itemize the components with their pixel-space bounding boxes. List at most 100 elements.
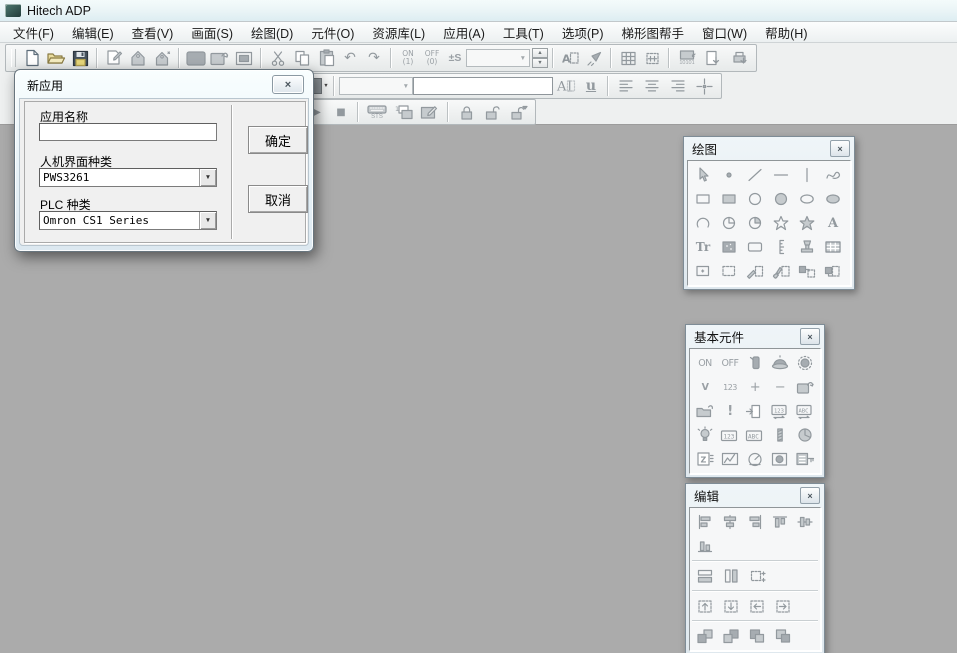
tool-link-frame-2[interactable] (820, 259, 846, 283)
menu-application[interactable]: 应用(A) (434, 21, 494, 44)
download-data-button[interactable]: 10101 (674, 46, 700, 70)
align-text-center-button[interactable] (639, 74, 665, 98)
palette-edit-close-button[interactable]: × (800, 487, 820, 504)
menu-tools[interactable]: 工具(T) (494, 21, 553, 44)
chevron-down-icon[interactable]: ▼ (199, 169, 216, 186)
send-to-back-button[interactable] (718, 624, 744, 648)
lock-button[interactable] (453, 100, 479, 124)
menu-screen[interactable]: 画面(S) (182, 21, 242, 44)
nudge-left-button[interactable] (744, 594, 770, 618)
app-properties-button[interactable] (102, 46, 126, 70)
tool-ellipse-filled[interactable] (820, 187, 846, 211)
dialog-close-button[interactable]: × (272, 75, 304, 94)
element-round-indicator[interactable] (767, 447, 793, 471)
palette-basic-close-button[interactable]: × (800, 328, 820, 345)
screen-view-button[interactable] (232, 46, 256, 70)
palette-basic-titlebar[interactable]: 基本元件 × (689, 325, 821, 348)
place-element-button[interactable] (582, 46, 606, 70)
text-element-button[interactable]: A (558, 46, 582, 70)
cancel-button[interactable]: 取消 (248, 185, 308, 213)
element-date-display[interactable]: Z (692, 447, 718, 471)
menu-ladder-helper[interactable]: 梯形图帮手 (613, 21, 694, 44)
state-spinner[interactable]: ▲ ▼ (532, 48, 548, 68)
element-indicator-lamp[interactable] (767, 351, 793, 375)
tag-new-button[interactable] (150, 46, 174, 70)
text-content-input[interactable] (413, 77, 553, 95)
align-right-button[interactable] (742, 510, 767, 534)
tool-vline[interactable] (794, 163, 820, 187)
menu-edit[interactable]: 编辑(E) (63, 21, 123, 44)
element-numeric[interactable]: 123 (717, 375, 743, 399)
unlock-button[interactable] (479, 100, 505, 124)
set-value-button[interactable]: ±S (444, 46, 466, 70)
align-text-right-button[interactable] (665, 74, 691, 98)
element-off-button[interactable]: OFF (717, 351, 743, 375)
text-style-button[interactable]: A (553, 74, 579, 98)
palette-draw-titlebar[interactable]: 绘图 × (687, 137, 851, 160)
font-combo[interactable]: ▼ (339, 77, 413, 95)
tool-dashed-frame[interactable] (716, 259, 742, 283)
edit-screen-button[interactable] (417, 100, 443, 124)
tag-edit-button[interactable] (126, 46, 150, 70)
open-file-button[interactable] (44, 46, 68, 70)
on-state-button[interactable]: ON(1) (396, 46, 420, 70)
tool-table[interactable] (820, 235, 846, 259)
tool-hline[interactable] (768, 163, 794, 187)
spinner-up-icon[interactable]: ▲ (532, 48, 548, 58)
tool-scale[interactable] (768, 235, 794, 259)
tool-pie-filled[interactable] (742, 211, 768, 235)
element-text-entry[interactable]: ABC (742, 423, 768, 447)
screen-open-button[interactable] (208, 46, 232, 70)
download-app-button[interactable] (700, 46, 726, 70)
off-state-button[interactable]: OFF(0) (420, 46, 444, 70)
element-screen-change[interactable] (792, 375, 818, 399)
cut-button[interactable] (266, 46, 290, 70)
download-firmware-button[interactable] (726, 46, 752, 70)
underline-button[interactable]: u (579, 74, 603, 98)
tool-star[interactable] (768, 211, 794, 235)
same-height-button[interactable] (718, 564, 744, 588)
align-top-button[interactable] (768, 510, 793, 534)
tool-star-filled[interactable] (794, 211, 820, 235)
bring-to-front-button[interactable] (692, 624, 718, 648)
tool-frame[interactable] (690, 259, 716, 283)
tool-rect-filled[interactable] (716, 187, 742, 211)
menu-draw[interactable]: 绘图(D) (242, 21, 302, 44)
align-bottom-button[interactable] (692, 534, 718, 558)
bring-forward-button[interactable] (744, 624, 770, 648)
element-increment[interactable]: + (742, 375, 768, 399)
tool-pie[interactable] (716, 211, 742, 235)
undo-button[interactable]: ↶ (338, 46, 362, 70)
tool-brush-frame[interactable] (768, 259, 794, 283)
menu-window[interactable]: 窗口(W) (693, 21, 756, 44)
palette-draw-close-button[interactable]: × (830, 140, 850, 157)
align-middle-v-button[interactable] (793, 510, 818, 534)
menu-file[interactable]: 文件(F) (4, 21, 63, 44)
tool-multi-text[interactable]: Tr (690, 235, 716, 259)
element-keypad[interactable] (792, 447, 818, 471)
element-goto-screen[interactable] (742, 399, 768, 423)
align-center-h-button[interactable] (717, 510, 742, 534)
menu-options[interactable]: 选项(P) (553, 21, 613, 44)
screen-new-button[interactable] (184, 46, 208, 70)
menu-library[interactable]: 资源库(L) (363, 21, 434, 44)
tool-select[interactable] (690, 163, 716, 187)
tool-bitmap[interactable] (716, 235, 742, 259)
element-numeric-entry[interactable]: 123 (717, 423, 743, 447)
tool-stamp[interactable] (794, 235, 820, 259)
element-meter[interactable] (742, 447, 768, 471)
new-file-button[interactable] (20, 46, 44, 70)
align-left-button[interactable] (692, 510, 717, 534)
center-position-button[interactable] (691, 74, 717, 98)
spinner-down-icon[interactable]: ▼ (532, 58, 548, 68)
element-check[interactable]: V (692, 375, 718, 399)
tool-ellipse[interactable] (794, 187, 820, 211)
tool-rounded-rect[interactable] (742, 235, 768, 259)
paste-button[interactable] (314, 46, 338, 70)
tool-arc[interactable] (690, 211, 716, 235)
tool-link-frame[interactable] (794, 259, 820, 283)
copy-screen-button[interactable]: 1 (391, 100, 417, 124)
tool-text[interactable]: A (820, 211, 846, 235)
element-pilot-lamp[interactable] (692, 423, 718, 447)
redo-button[interactable]: ↷ (362, 46, 386, 70)
